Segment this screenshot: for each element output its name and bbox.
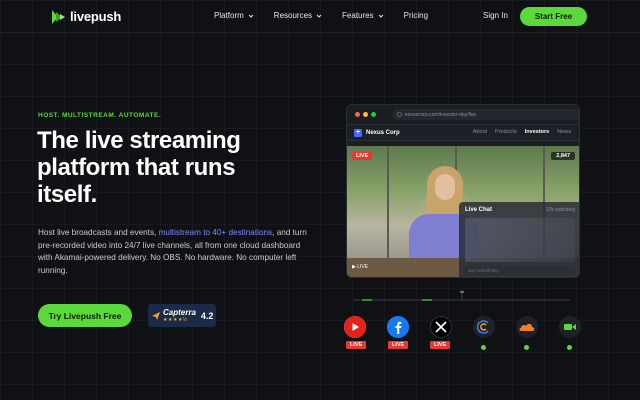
chat-title: Live Chat: [465, 207, 493, 213]
chevron-down-icon: [316, 14, 322, 18]
chevron-down-icon: [378, 14, 383, 18]
browser-toolbar: nexuscorp.com/investor-day/live: [347, 105, 579, 125]
site-name: Nexus Corp: [366, 129, 400, 136]
capterra-name: Capterra: [163, 308, 196, 317]
site-nav: About Products Investors News: [473, 129, 571, 135]
youtube-destination[interactable]: [344, 316, 366, 338]
hero-eyebrow: HOST. MULTISTREAM. AUTOMATE.: [38, 112, 162, 119]
nav-platform[interactable]: Platform: [214, 11, 254, 20]
url-text: nexuscorp.com/investor-day/live: [404, 111, 477, 118]
logo-text: livepush: [70, 9, 122, 24]
video-camera-icon: [564, 324, 576, 330]
nexus-logo-icon: +: [354, 128, 362, 137]
viewer-count: 2,847: [551, 152, 575, 160]
window-maximize-dot: [370, 112, 376, 117]
hero-description: Host live broadcasts and events, multist…: [38, 227, 308, 277]
capterra-stars: ★★★★½: [163, 317, 188, 323]
cloudflare-status-dot: [524, 345, 529, 350]
site-nav-about: About: [472, 129, 488, 135]
facebook-destination[interactable]: [387, 316, 409, 338]
facebook-live-badge: LIVE: [388, 341, 409, 349]
lock-icon: [396, 112, 402, 117]
nav-features-label: Features: [342, 11, 374, 20]
video-live-indicator: ▶ LIVE: [352, 264, 369, 270]
capterra-score: 4.2: [200, 310, 214, 321]
desc-part-1: Host live broadcasts and events,: [38, 228, 159, 237]
video-status-dot: [567, 345, 572, 350]
url-bar: nexuscorp.com/investor-day/live: [392, 109, 579, 120]
live-chat-panel: Live Chat 12k watching Say something...: [459, 202, 579, 277]
chat-input[interactable]: Say something...: [465, 266, 575, 275]
youtube-icon: [344, 316, 366, 338]
multistream-link[interactable]: multistream to 40+ destinations: [159, 228, 273, 237]
site-nav-investors: Investors: [524, 129, 550, 135]
nav-platform-label: Platform: [214, 11, 244, 20]
chat-messages: [465, 218, 575, 262]
site-nav-products: Products: [495, 129, 517, 135]
hero-headline: The live streaming platform that runs it…: [37, 127, 241, 208]
x-live-badge: LIVE: [430, 341, 451, 349]
video-destination[interactable]: [559, 316, 581, 338]
site-nav-news: News: [557, 129, 571, 135]
youtube-live-badge: LIVE: [346, 341, 367, 349]
nav-resources[interactable]: Resources: [274, 11, 322, 20]
top-nav: livepush Platform Resources Features Pri…: [0, 0, 640, 33]
chevron-down-icon: [248, 14, 254, 18]
nav-pricing-label: Pricing: [403, 11, 429, 20]
nav-links: Platform Resources Features Pricing: [214, 11, 448, 20]
video-live-badge: LIVE: [352, 152, 373, 160]
logo[interactable]: livepush: [52, 9, 121, 24]
capterra-badge[interactable]: Capterra ★★★★½ 4.2: [148, 304, 216, 327]
cloudflare-icon: [519, 323, 535, 331]
window-minimize-dot: [362, 112, 368, 117]
akamai-destination[interactable]: [473, 316, 495, 338]
nav-resources-label: Resources: [273, 11, 313, 20]
window-close-dot: [355, 112, 360, 117]
destination-connectors: [354, 290, 570, 301]
nav-features[interactable]: Features: [342, 11, 384, 20]
livepush-logo-icon: [52, 9, 65, 24]
akamai-status-dot: [481, 345, 486, 350]
chat-count: 12k watching: [545, 207, 575, 213]
akamai-icon: [477, 320, 489, 334]
cloudflare-destination[interactable]: [516, 316, 538, 338]
x-destination[interactable]: [430, 316, 452, 338]
video-player: LIVE 2,847 ▶ LIVE Live Chat 12k watching…: [347, 146, 579, 277]
capterra-arrow-icon: [152, 311, 160, 320]
start-free-button[interactable]: Start Free: [520, 7, 587, 26]
sign-in-link[interactable]: Sign In: [483, 11, 508, 20]
try-livepush-free-button[interactable]: Try Livepush Free: [38, 304, 132, 327]
facebook-icon: [387, 316, 409, 338]
site-header: + Nexus Corp About Products Investors Ne…: [347, 125, 579, 141]
nav-pricing[interactable]: Pricing: [404, 11, 428, 20]
browser-mockup: nexuscorp.com/investor-day/live + Nexus …: [346, 104, 580, 278]
x-icon: [435, 321, 447, 333]
presenter-face: [435, 174, 455, 200]
